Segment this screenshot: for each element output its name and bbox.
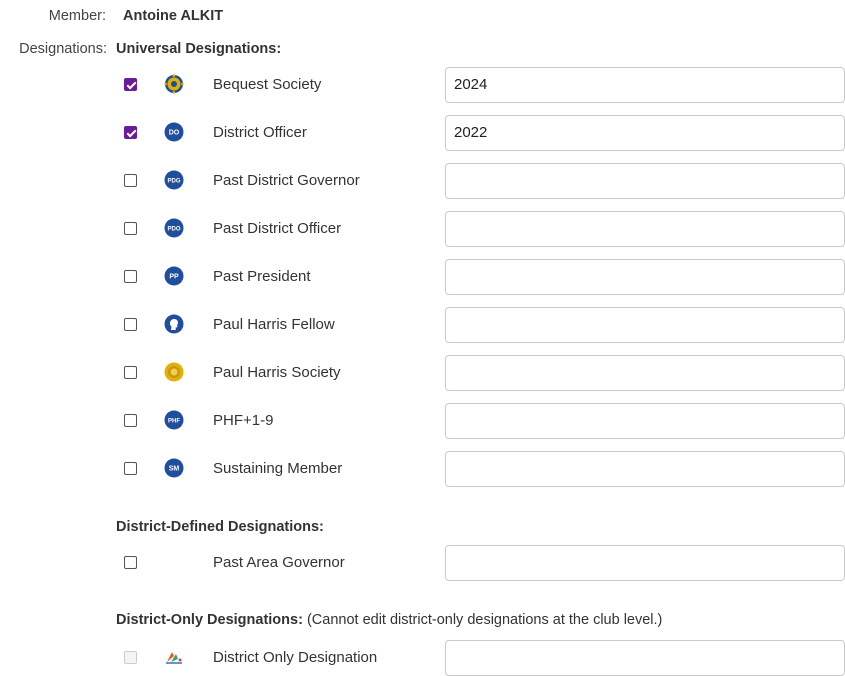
pp-badge-text: PP [169, 274, 179, 281]
district-only-heading-line: District-Only Designations: (Cannot edit… [116, 612, 662, 628]
sustaining-member-label: Sustaining Member [213, 460, 343, 477]
member-name: Antoine ALKIT [123, 8, 224, 24]
designation-row-past-district-governor: PDG Past District Governor [0, 163, 845, 199]
paul-harris-fellow-year-input[interactable] [445, 307, 845, 343]
do-badge-text: DO [169, 130, 180, 137]
designation-row-district-only: District Only Designation [0, 640, 845, 676]
phf-plus-label: PHF+1-9 [213, 412, 274, 429]
district-officer-checkbox[interactable] [124, 126, 137, 139]
paul-harris-society-label: Paul Harris Society [213, 364, 341, 381]
past-district-officer-year-input[interactable] [445, 211, 845, 247]
bequest-society-label: Bequest Society [213, 76, 322, 93]
designation-row-paul-harris-fellow: Paul Harris Fellow [0, 307, 845, 343]
sm-badge-text: SM [169, 466, 180, 473]
sustaining-member-checkbox[interactable] [124, 462, 137, 475]
past-district-governor-checkbox[interactable] [124, 174, 137, 187]
designations-label: Designations: [19, 41, 107, 57]
designation-row-district-officer: DO District Officer 2022 [0, 115, 845, 151]
district-defined-heading: District-Defined Designations: [116, 519, 324, 535]
district-only-note: (Cannot edit district-only designations … [306, 612, 663, 628]
district-only-checkbox [124, 651, 137, 664]
past-president-label: Past President [213, 268, 311, 285]
phf-plus-checkbox[interactable] [124, 414, 137, 427]
pp-badge-icon: PP [164, 266, 184, 286]
past-area-governor-label: Past Area Governor [213, 554, 345, 571]
paul-harris-profile-icon [164, 314, 184, 334]
member-label: Member: [48, 8, 106, 24]
district-only-year-input [445, 640, 845, 676]
designation-row-past-area-governor: Past Area Governor [0, 545, 845, 581]
past-area-governor-year-input[interactable] [445, 545, 845, 581]
designation-row-paul-harris-society: Paul Harris Society [0, 355, 845, 391]
past-district-governor-label: Past District Governor [213, 172, 360, 189]
do-badge-icon: DO [164, 122, 184, 142]
designation-row-past-president: PP Past President [0, 259, 845, 295]
pdg-badge-icon: PDG [164, 170, 184, 190]
pdo-badge-text: PDO [167, 226, 180, 232]
sustaining-member-year-input[interactable] [445, 451, 845, 487]
designation-row-past-district-officer: PDO Past District Officer [0, 211, 845, 247]
paul-harris-fellow-label: Paul Harris Fellow [213, 316, 335, 333]
district-officer-label: District Officer [213, 124, 307, 141]
district-officer-year-input[interactable]: 2022 [445, 115, 845, 151]
phf-plus-year-input[interactable] [445, 403, 845, 439]
past-president-year-input[interactable] [445, 259, 845, 295]
designation-row-bequest-society: Bequest Society 2024 [0, 67, 845, 103]
past-area-governor-checkbox[interactable] [124, 556, 137, 569]
universal-heading: Universal Designations: [116, 41, 282, 57]
past-district-governor-year-input[interactable] [445, 163, 845, 199]
sm-badge-icon: SM [164, 458, 184, 478]
past-president-checkbox[interactable] [124, 270, 137, 283]
paul-harris-society-year-input[interactable] [445, 355, 845, 391]
designation-row-sustaining-member: SM Sustaining Member [0, 451, 845, 487]
bequest-society-checkbox[interactable] [124, 78, 137, 91]
phf-badge-text: PHF [168, 418, 180, 424]
paul-harris-society-checkbox[interactable] [124, 366, 137, 379]
district-only-logo-icon [166, 652, 182, 664]
pdo-badge-icon: PDO [164, 218, 184, 238]
district-only-label: District Only Designation [213, 649, 378, 666]
paul-harris-society-icon [164, 362, 184, 382]
past-district-officer-label: Past District Officer [213, 220, 342, 237]
paul-harris-fellow-checkbox[interactable] [124, 318, 137, 331]
district-only-heading: District-Only Designations: [116, 612, 303, 628]
past-district-officer-checkbox[interactable] [124, 222, 137, 235]
bequest-society-year-input[interactable]: 2024 [445, 67, 845, 103]
bequest-society-icon [164, 74, 184, 94]
pdg-badge-text: PDG [167, 178, 180, 184]
phf-badge-icon: PHF [164, 410, 184, 430]
designation-row-phf-plus: PHF PHF+1-9 [0, 403, 845, 439]
